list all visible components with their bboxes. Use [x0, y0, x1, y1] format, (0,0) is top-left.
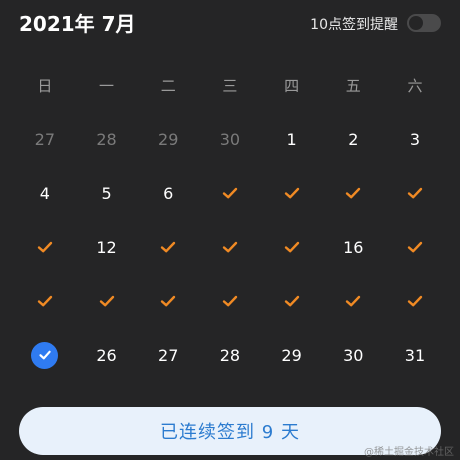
day-cell-checked[interactable]	[384, 220, 446, 274]
day-number: 30	[219, 129, 241, 149]
weekday-fri: 五	[345, 76, 361, 95]
checkmark-icon	[407, 295, 423, 307]
day-cell-checked[interactable]	[199, 166, 261, 220]
checkmark-icon	[161, 295, 176, 307]
day-number: 2	[348, 129, 359, 149]
checkmark-icon	[284, 241, 299, 253]
reminder-toggle[interactable]	[407, 14, 441, 32]
day-number: 26	[96, 345, 117, 365]
day-number: 4	[39, 183, 50, 203]
weekday-mon: 一	[99, 76, 115, 95]
day-cell-checked[interactable]	[261, 220, 323, 274]
day-cell[interactable]: 30	[322, 328, 384, 382]
day-cell-other-month[interactable]: 27	[14, 112, 76, 166]
weekday-sat: 六	[407, 76, 423, 95]
checkmark-icon	[37, 295, 53, 307]
day-number: 29	[281, 345, 302, 365]
checkmark-icon	[222, 187, 238, 199]
checkmark-icon	[407, 187, 423, 199]
weekday-sun: 日	[37, 76, 53, 95]
checkmark-icon	[346, 295, 361, 307]
checkmark-icon	[37, 241, 53, 253]
day-cell-checked[interactable]	[14, 220, 76, 274]
day-number: 28	[96, 129, 117, 149]
day-cell[interactable]: 29	[261, 328, 323, 382]
day-number: 29	[158, 129, 179, 149]
day-cell[interactable]: 6	[137, 166, 199, 220]
day-cell[interactable]: 12	[76, 220, 138, 274]
day-cell-checked[interactable]	[137, 220, 199, 274]
day-cell-checked[interactable]	[384, 166, 446, 220]
day-cell-checked[interactable]	[322, 274, 384, 328]
day-cell[interactable]: 2	[322, 112, 384, 166]
day-cell[interactable]: 5	[76, 166, 138, 220]
day-number: 6	[163, 183, 174, 203]
toggle-knob	[409, 16, 423, 30]
weekday-thu: 四	[284, 76, 300, 95]
day-cell[interactable]: 1	[261, 112, 323, 166]
day-number: 5	[101, 183, 112, 203]
day-number: 30	[343, 345, 364, 365]
weekday-wed: 三	[222, 76, 238, 95]
day-number: 3	[409, 129, 421, 149]
checkmark-icon	[346, 187, 361, 199]
check-circle-icon	[31, 341, 59, 369]
day-cell-checked[interactable]	[261, 166, 323, 220]
checkmark-icon	[284, 295, 299, 307]
day-cell-checked[interactable]	[76, 274, 138, 328]
checkmark-icon	[284, 187, 299, 199]
weekday-row: 日 一 二 三 四 五 六	[14, 62, 446, 108]
checkmark-icon	[222, 295, 238, 307]
day-cell[interactable]: 26	[76, 328, 138, 382]
day-number: 27	[34, 129, 56, 149]
day-cell-other-month[interactable]: 30	[199, 112, 261, 166]
day-cell-other-month[interactable]: 28	[76, 112, 138, 166]
day-cell-checked[interactable]	[261, 274, 323, 328]
day-number: 12	[96, 237, 117, 257]
day-cell[interactable]: 3	[384, 112, 446, 166]
day-cell-checked[interactable]	[322, 166, 384, 220]
day-number: 1	[286, 129, 297, 149]
day-cell-other-month[interactable]: 29	[137, 112, 199, 166]
day-cell[interactable]: 28	[199, 328, 261, 382]
day-cell-checked[interactable]	[199, 220, 261, 274]
day-cell[interactable]: 4	[14, 166, 76, 220]
watermark: @稀土掘金技术社区	[364, 447, 454, 458]
calendar-days-grid: 27 28 29 30 1 2 3 4 5 6 12 16 26 27 28 29 30 31	[14, 112, 446, 382]
checkmark-icon	[407, 241, 423, 253]
checkmark-icon	[161, 241, 176, 253]
weekday-tue: 二	[160, 76, 176, 95]
day-number: 16	[343, 237, 364, 257]
day-cell-checked[interactable]	[384, 274, 446, 328]
day-cell-checked[interactable]	[199, 274, 261, 328]
day-cell[interactable]: 27	[137, 328, 199, 382]
month-title: 2021年 7月	[19, 12, 136, 36]
day-cell[interactable]: 16	[322, 220, 384, 274]
day-cell-checked[interactable]	[137, 274, 199, 328]
day-number: 27	[158, 345, 179, 365]
checkin-calendar-screen: 2021年 7月 10点签到提醒 日 一 二 三 四 五 六 27 28 29 30 1…	[0, 0, 460, 460]
day-number: 31	[404, 345, 426, 365]
day-cell-today[interactable]	[14, 328, 76, 382]
checkmark-icon	[99, 295, 114, 307]
day-cell-checked[interactable]	[14, 274, 76, 328]
day-cell[interactable]: 31	[384, 328, 446, 382]
checkmark-icon	[222, 241, 238, 253]
reminder-label: 10点签到提醒	[310, 17, 398, 33]
day-number: 28	[219, 345, 241, 365]
header: 2021年 7月 10点签到提醒	[0, 0, 460, 48]
